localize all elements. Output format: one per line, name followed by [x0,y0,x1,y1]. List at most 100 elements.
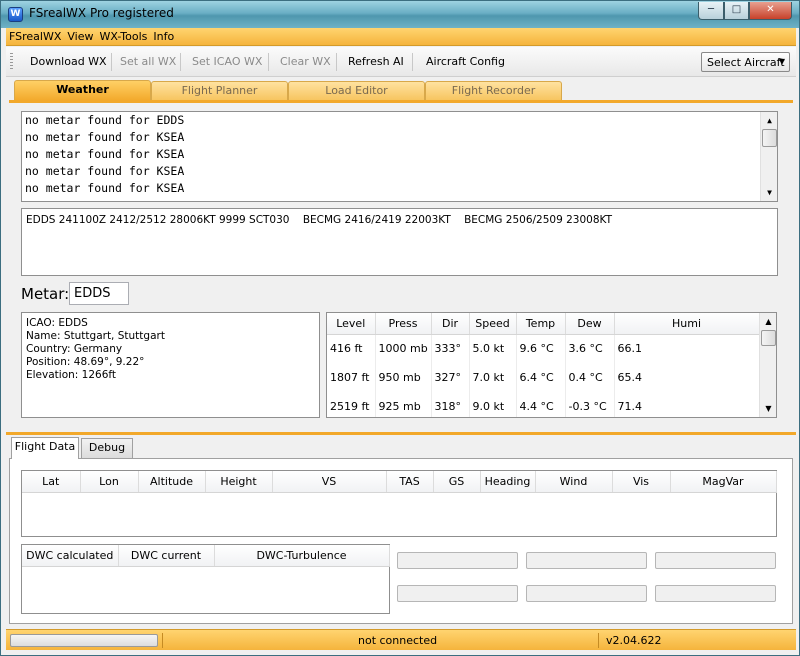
toolbar-grip-icon[interactable] [10,53,13,71]
col-vs[interactable]: VS [272,471,387,493]
metar-label: Metar: [21,285,70,303]
title-bar[interactable]: W FSrealWX Pro registered ─ □ ✕ [1,1,799,28]
flight-data-header-row: Lat Lon Altitude Height VS TAS GS Headin… [22,471,777,493]
col-dew[interactable]: Dew [565,313,615,335]
close-button[interactable]: ✕ [749,2,792,20]
cell-temp: 6.4 °C [516,363,566,392]
tab-flight-planner[interactable]: Flight Planner [151,81,288,100]
col-gs[interactable]: GS [433,471,481,493]
col-altitude[interactable]: Altitude [138,471,206,493]
table-row[interactable]: 416 ft 1000 mb 333° 5.0 kt 9.6 °C 3.6 °C… [327,334,760,363]
col-wind[interactable]: Wind [535,471,613,493]
cell-humi: 66.1 [614,334,760,363]
progress-bar [10,634,158,647]
station-info: ICAO: EDDS Name: Stuttgart, Stuttgart Co… [21,312,320,418]
gauge-box [526,552,647,569]
minimize-button[interactable]: ─ [698,2,724,20]
tab-debug[interactable]: Debug [81,438,133,458]
col-magvar[interactable]: MagVar [670,471,777,493]
main-tabs: Weather Flight Planner Load Editor Fligh… [11,80,791,101]
cell-dir: 327° [431,363,470,392]
col-lon[interactable]: Lon [80,471,139,493]
menu-bar: FSrealWX View WX-Tools Info [6,28,796,46]
scroll-up-icon[interactable]: ▲ [761,314,776,329]
cell-temp: 4.4 °C [516,392,566,417]
metar-input[interactable]: EDDS [69,282,129,305]
taf-box[interactable]: EDDS 241100Z 2412/2512 28006KT 9999 SCT0… [21,208,778,276]
cell-speed: 5.0 kt [469,334,517,363]
scroll-down-icon[interactable]: ▼ [761,401,776,416]
log-scrollbar[interactable]: ▲ ▼ [760,112,777,201]
tab-weather[interactable]: Weather [14,80,151,101]
status-bar: not connected v2.04.622 [6,629,796,650]
window-title: FSrealWX Pro registered [29,6,174,20]
cell-dir: 318° [431,392,470,417]
menu-info[interactable]: Info [150,28,177,46]
set-icao-wx-button[interactable]: Set ICAO WX [192,55,262,68]
cell-level: 416 ft [327,334,376,363]
col-heading[interactable]: Heading [480,471,536,493]
log-line: no metar found for EDDS [25,113,185,127]
col-humi[interactable]: Humi [614,313,760,335]
station-name: Name: Stuttgart, Stuttgart [26,330,165,342]
col-temp[interactable]: Temp [516,313,566,335]
maximize-button[interactable]: □ [724,2,749,20]
col-level[interactable]: Level [327,313,376,335]
col-dir[interactable]: Dir [431,313,470,335]
aircraft-config-button[interactable]: Aircraft Config [426,55,505,68]
connection-status: not connected [358,634,438,647]
grid-scrollbar[interactable]: ▲ ▼ [759,313,776,417]
dwc-table[interactable]: DWC calculated DWC current DWC-Turbulenc… [21,544,390,614]
table-row[interactable]: 2519 ft 925 mb 318° 9.0 kt 4.4 °C -0.3 °… [327,392,760,417]
refresh-ai-button[interactable]: Refresh AI [348,55,404,68]
col-height[interactable]: Height [205,471,273,493]
set-all-wx-button[interactable]: Set all WX [120,55,176,68]
scroll-down-icon[interactable]: ▼ [762,185,777,200]
table-row[interactable]: 1807 ft 950 mb 327° 7.0 kt 6.4 °C 0.4 °C… [327,363,760,392]
log-line: no metar found for KSEA [25,147,185,161]
panel-splitter[interactable] [6,432,796,435]
tab-flight-data[interactable]: Flight Data [11,437,79,459]
tab-flight-recorder[interactable]: Flight Recorder [425,81,562,100]
main-window: W FSrealWX Pro registered ─ □ ✕ FSrealWX… [0,0,800,656]
station-elevation: Elevation: 1266ft [26,369,116,381]
col-press[interactable]: Press [375,313,432,335]
station-icao: ICAO: EDDS [26,317,88,329]
weather-layers-grid[interactable]: Level Press Dir Speed Temp Dew Humi 416 … [326,312,777,418]
gauge-box [655,552,776,569]
download-wx-button[interactable]: Download WX [30,55,107,68]
select-aircraft-dropdown[interactable]: Select Aircraft ▼ [701,52,790,72]
col-speed[interactable]: Speed [469,313,517,335]
scroll-thumb[interactable] [762,129,777,147]
menu-fsrealwx[interactable]: FSrealWX [6,28,64,46]
cell-speed: 7.0 kt [469,363,517,392]
clear-wx-button[interactable]: Clear WX [280,55,331,68]
cell-speed: 9.0 kt [469,392,517,417]
col-dwc-current[interactable]: DWC current [118,545,215,567]
menu-view[interactable]: View [64,28,96,46]
cell-dew: 0.4 °C [565,363,615,392]
menu-wx-tools[interactable]: WX-Tools [96,28,150,46]
toolbar-separator [268,53,269,71]
col-vis[interactable]: Vis [612,471,671,493]
col-tas[interactable]: TAS [386,471,434,493]
scroll-up-icon[interactable]: ▲ [762,113,777,128]
log-line: no metar found for KSEA [25,181,185,195]
app-icon: W [8,7,23,22]
chevron-down-icon: ▼ [778,57,785,66]
col-lat[interactable]: Lat [22,471,81,493]
gauge-box [655,585,776,602]
gauge-box [526,585,647,602]
toolbar-separator [336,53,337,71]
toolbar-separator [412,53,413,71]
cell-press: 925 mb [375,392,432,417]
grid-header-row: Level Press Dir Speed Temp Dew Humi [327,313,760,335]
col-dwc-calculated[interactable]: DWC calculated [22,545,119,567]
gauge-box [397,585,518,602]
flight-data-table[interactable]: Lat Lon Altitude Height VS TAS GS Headin… [21,470,777,537]
toolbar: Download WX Set all WX Set ICAO WX Clear… [6,47,796,77]
metar-log[interactable]: no metar found for EDDS no metar found f… [21,111,778,202]
scroll-thumb[interactable] [761,330,776,346]
col-dwc-turbulence[interactable]: DWC-Turbulence [214,545,390,567]
tab-load-editor[interactable]: Load Editor [288,81,425,100]
